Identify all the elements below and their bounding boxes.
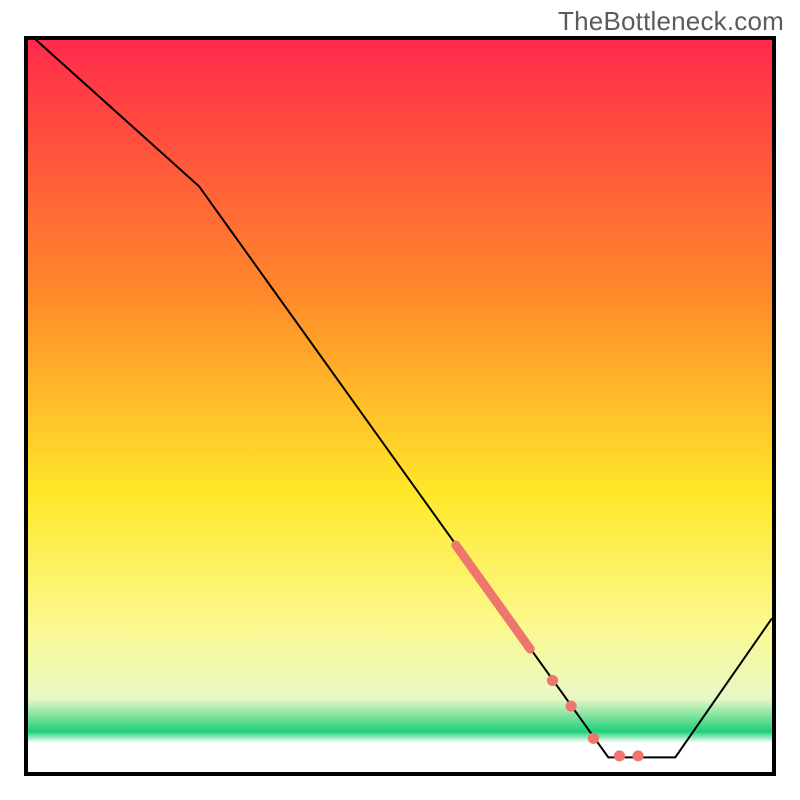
highlight-dot — [614, 750, 625, 761]
chart-foreground — [28, 40, 772, 772]
highlight-segment — [456, 545, 530, 649]
highlight-dot — [547, 675, 558, 686]
highlight-dots — [547, 675, 644, 761]
watermark-text: TheBottleneck.com — [558, 6, 784, 37]
bottleneck-curve — [28, 40, 772, 757]
chart-frame: TheBottleneck.com — [0, 0, 800, 800]
plot-area — [28, 40, 772, 772]
highlight-dot — [566, 701, 577, 712]
plot-border — [24, 36, 776, 776]
highlight-dot — [633, 750, 644, 761]
highlight-dot — [588, 733, 599, 744]
